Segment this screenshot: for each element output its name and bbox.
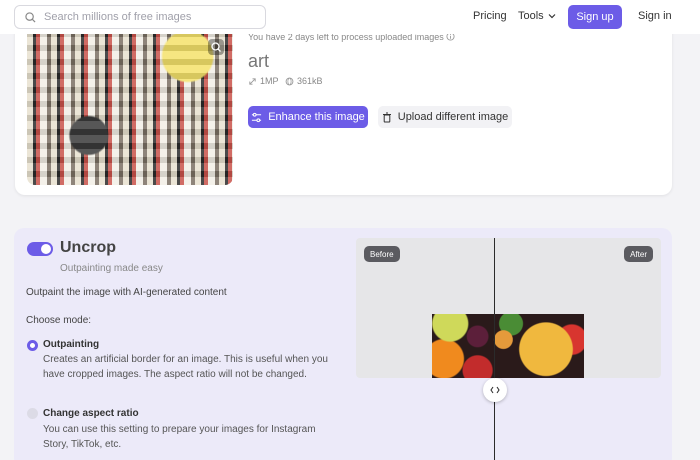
after-badge: After: [624, 246, 653, 262]
toggle-knob: [41, 244, 51, 254]
upload-different-label: Upload different image: [397, 111, 509, 123]
uploaded-image-thumbnail: [27, 20, 233, 185]
uncrop-subtitle: Outpainting made easy: [60, 263, 163, 274]
tools-label: Tools: [518, 10, 544, 22]
signin-link[interactable]: Sign in: [638, 10, 672, 22]
database-icon: [285, 77, 294, 85]
uncrop-description: Outpaint the image with AI-generated con…: [26, 287, 227, 298]
outpainting-radio[interactable]: [27, 340, 38, 351]
outpainting-option-description: Creates an artificial border for an imag…: [43, 354, 328, 380]
image-filesize-value: 361kB: [297, 76, 323, 86]
search-bar[interactable]: Search millions of free images: [14, 5, 266, 29]
top-navbar: Search millions of free images Pricing T…: [0, 0, 700, 34]
chevron-down-icon: [548, 14, 556, 19]
expand-icon: [249, 77, 256, 85]
aspect-ratio-option-title[interactable]: Change aspect ratio: [43, 408, 139, 419]
enhance-image-label: Enhance this image: [268, 111, 365, 123]
before-after-viewer[interactable]: Before After: [356, 238, 661, 378]
image-resolution: 1MP: [248, 76, 279, 86]
trash-icon: [382, 112, 391, 122]
arrows-left-right-icon: [490, 386, 500, 394]
zoom-icon[interactable]: [207, 38, 225, 56]
search-input[interactable]: Search millions of free images: [44, 11, 191, 23]
aspect-ratio-radio[interactable]: [27, 408, 38, 419]
image-filesize: 361kB: [285, 76, 323, 86]
signup-button[interactable]: Sign up: [568, 5, 622, 29]
tools-menu[interactable]: Tools: [518, 10, 556, 22]
aspect-ratio-option-description: You can use this setting to prepare your…: [43, 424, 316, 450]
uncrop-title: Uncrop: [60, 239, 116, 256]
image-resolution-value: 1MP: [260, 76, 279, 86]
choose-mode-label: Choose mode:: [26, 315, 92, 326]
pricing-link[interactable]: Pricing: [473, 10, 507, 22]
outpainting-option-title[interactable]: Outpainting: [43, 339, 99, 350]
uploaded-image-card: You have 2 days left to process uploaded…: [15, 20, 672, 195]
uncrop-toggle[interactable]: [27, 242, 53, 256]
comparison-divider[interactable]: [494, 238, 495, 460]
upload-different-button[interactable]: Upload different image: [378, 106, 512, 128]
before-badge: Before: [364, 246, 400, 262]
uncrop-panel: Uncrop Outpainting made easy Outpaint th…: [14, 228, 672, 460]
sliders-icon: [252, 112, 262, 122]
enhance-image-button[interactable]: Enhance this image: [248, 106, 368, 128]
preview-fruit-image: [432, 314, 584, 378]
search-icon: [25, 11, 36, 23]
comparison-drag-handle[interactable]: [483, 378, 507, 402]
image-title: art: [248, 51, 270, 71]
